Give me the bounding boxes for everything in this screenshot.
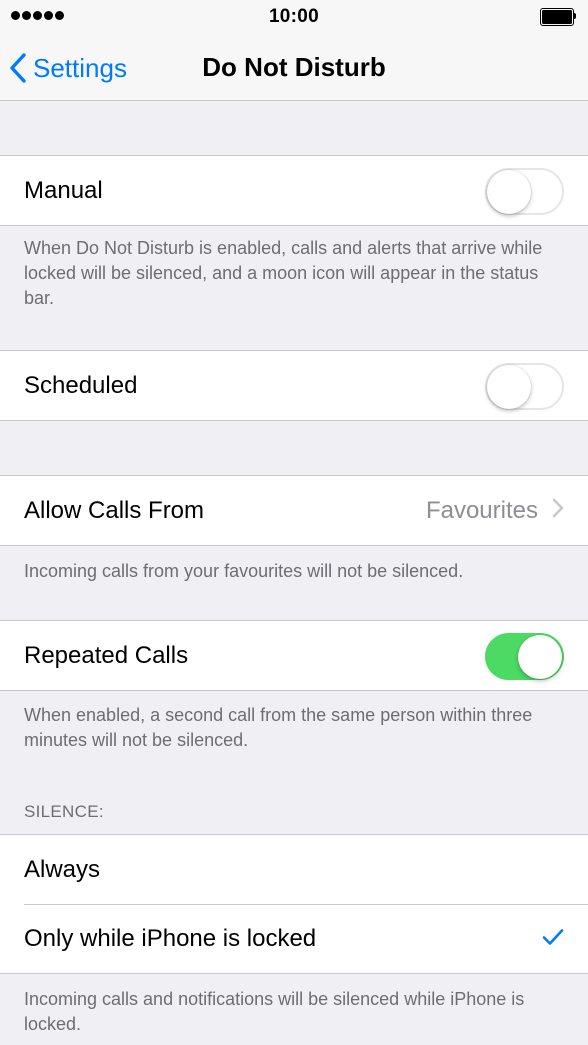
scheduled-group: Scheduled	[0, 350, 588, 421]
manual-group: Manual	[0, 155, 588, 226]
silence-option-label: Only while iPhone is locked	[24, 924, 317, 952]
manual-row: Manual	[0, 156, 588, 225]
repeated-calls-toggle[interactable]	[485, 633, 564, 680]
status-time: 10:00	[268, 6, 320, 27]
silence-option-locked[interactable]: Only while iPhone is locked	[0, 904, 588, 973]
page-title: Do Not Disturb	[202, 52, 386, 82]
silence-option-always[interactable]: Always	[0, 835, 588, 904]
silence-header: SILENCE:	[24, 802, 104, 821]
allow-calls-detail: Favourites	[426, 476, 564, 545]
manual-label: Manual	[24, 176, 103, 204]
repeated-calls-footer: When enabled, a second call from the sam…	[24, 705, 533, 750]
repeated-calls-group: Repeated Calls	[0, 620, 588, 691]
allow-calls-group: Allow Calls From Favourites	[0, 475, 588, 546]
manual-footer: When Do Not Disturb is enabled, calls an…	[24, 238, 543, 308]
scheduled-row: Scheduled	[0, 351, 588, 420]
chevron-right-icon	[552, 498, 564, 523]
repeated-calls-label: Repeated Calls	[24, 641, 189, 669]
allow-calls-label: Allow Calls From	[24, 496, 205, 524]
scheduled-label: Scheduled	[24, 371, 138, 399]
battery-icon	[540, 8, 576, 26]
silence-footer: Incoming calls and notifications will be…	[24, 989, 525, 1034]
repeated-calls-row: Repeated Calls	[0, 621, 588, 690]
status-bar: 10:00	[0, 0, 588, 40]
allow-calls-value: Favourites	[425, 496, 538, 524]
silence-option-label: Always	[24, 855, 101, 883]
scheduled-toggle[interactable]	[485, 363, 564, 410]
navigation-bar: Settings Do Not Disturb	[0, 40, 588, 101]
allow-calls-row[interactable]: Allow Calls From Favourites	[0, 476, 588, 545]
checkmark-icon	[542, 928, 564, 951]
allow-calls-footer: Incoming calls from your favourites will…	[24, 561, 464, 581]
manual-toggle[interactable]	[485, 168, 564, 215]
silence-group: Always Only while iPhone is locked	[0, 834, 588, 974]
